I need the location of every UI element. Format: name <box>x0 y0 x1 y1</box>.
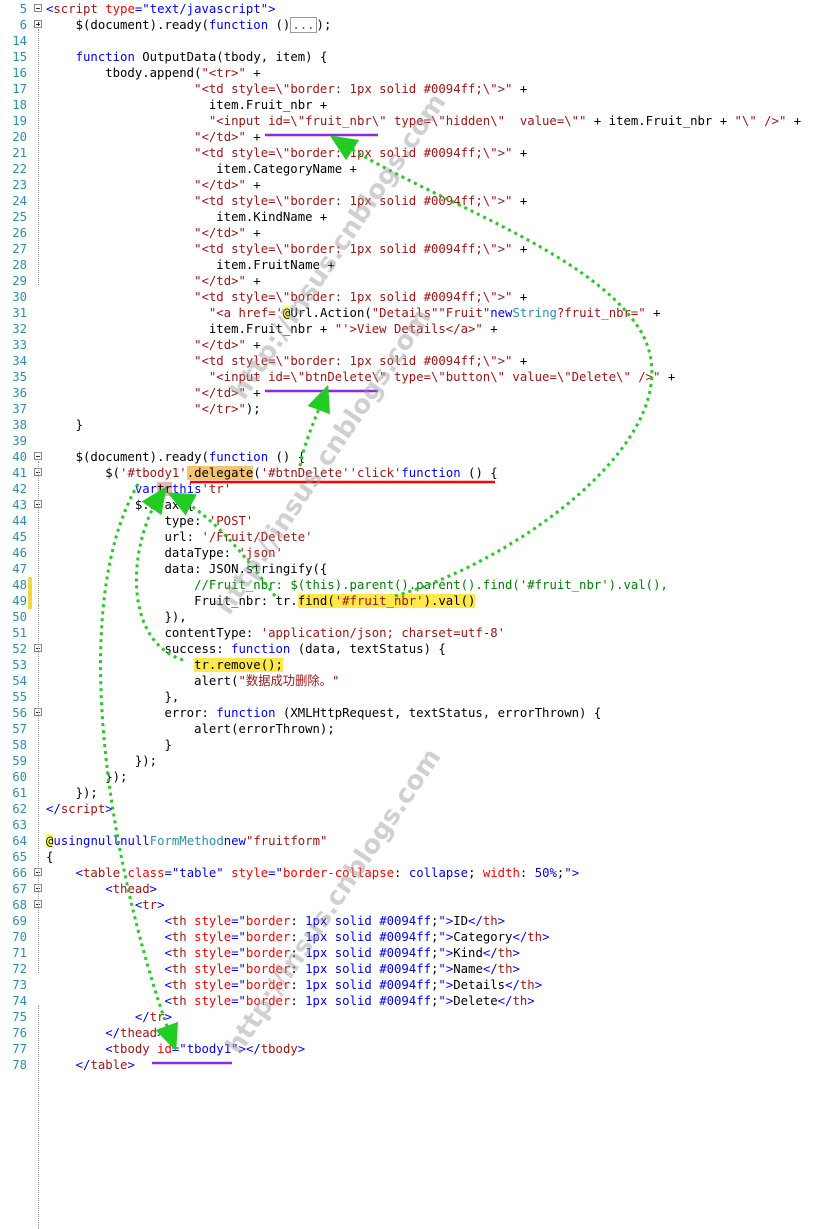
arrow-delegate-to-btndelete <box>298 384 330 467</box>
arrow-tr-to-find <box>167 492 277 597</box>
arrow-tbody1-to-selector <box>99 483 179 1052</box>
arrow-remove-to-tr <box>134 486 184 662</box>
annotation-overlay <box>99 133 654 1065</box>
arrow-find-to-fruit-nbr <box>329 135 654 598</box>
